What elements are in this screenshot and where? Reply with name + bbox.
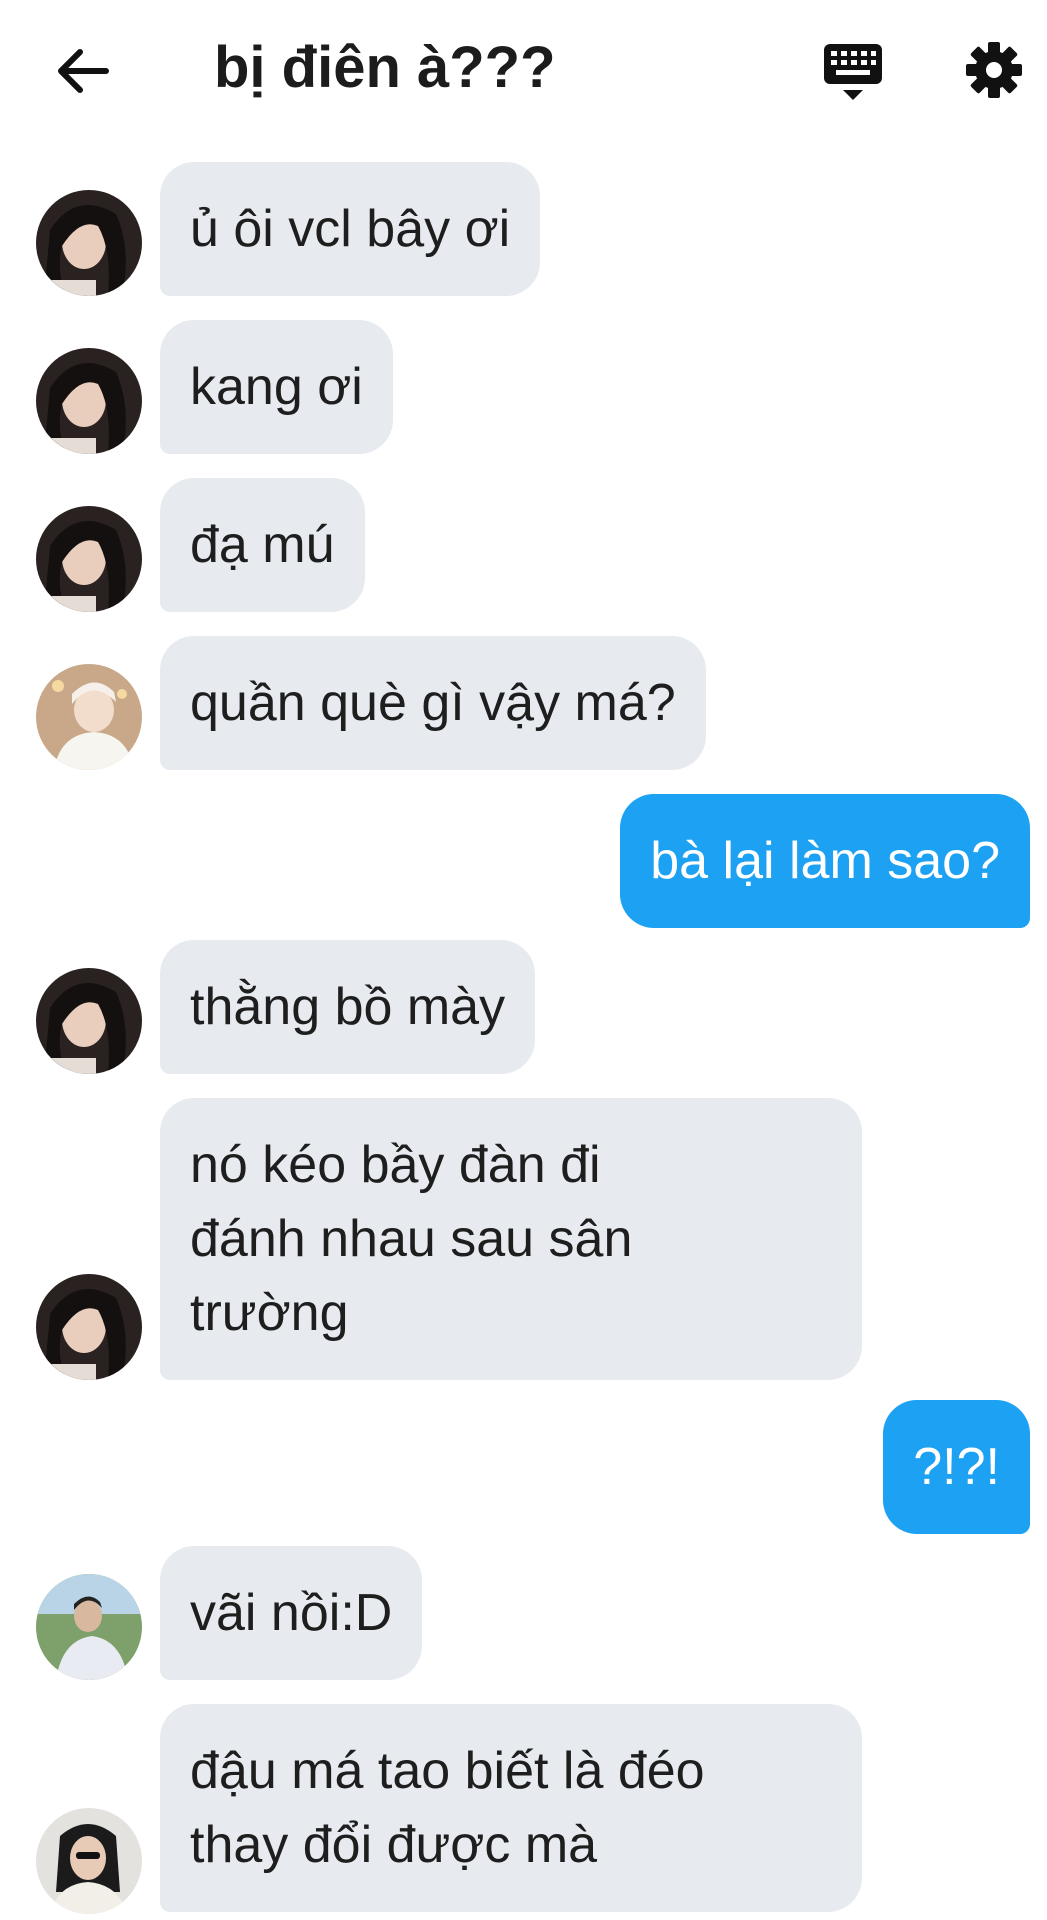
chat-header: bị điên à??? xyxy=(0,0,1047,140)
message-row: bà lại làm sao? xyxy=(0,794,1047,928)
message-bubble[interactable]: đậu má tao biết là đéo thay đổi được mà xyxy=(160,1704,862,1912)
message-row: kang ơi xyxy=(0,320,1047,454)
message-bubble[interactable]: thằng bồ mày xyxy=(160,940,536,1074)
avatar[interactable] xyxy=(36,506,142,612)
message-bubble[interactable]: nó kéo bầy đàn đi đánh nhau sau sân trườ… xyxy=(160,1098,862,1380)
message-bubble[interactable]: ủ ôi vcl bây ơi xyxy=(160,162,541,296)
message-row: đạ mú xyxy=(0,478,1047,612)
message-row: quần què gì vậy má? xyxy=(0,636,1047,770)
back-button[interactable] xyxy=(50,38,116,104)
settings-button[interactable] xyxy=(964,40,1024,100)
message-bubble[interactable]: kang ơi xyxy=(160,320,393,454)
message-bubble[interactable]: vãi nồi:D xyxy=(160,1546,423,1680)
message-bubble[interactable]: quần què gì vậy má? xyxy=(160,636,706,770)
avatar[interactable] xyxy=(36,1574,142,1680)
gear-icon xyxy=(966,42,1022,98)
message-bubble[interactable]: bà lại làm sao? xyxy=(620,794,1030,928)
keyboard-icon xyxy=(824,44,882,100)
message-row: nó kéo bầy đàn đi đánh nhau sau sân trườ… xyxy=(0,1098,1047,1380)
message-row: thằng bồ mày xyxy=(0,940,1047,1074)
message-row: ?!?! xyxy=(0,1400,1047,1534)
avatar[interactable] xyxy=(36,348,142,454)
message-row: đậu má tao biết là đéo thay đổi được mà xyxy=(0,1704,1047,1920)
message-bubble[interactable]: ?!?! xyxy=(883,1400,1030,1534)
avatar[interactable] xyxy=(36,1808,142,1914)
avatar[interactable] xyxy=(36,1274,142,1380)
message-row: vãi nồi:D xyxy=(0,1546,1047,1680)
avatar[interactable] xyxy=(36,968,142,1074)
keyboard-button[interactable] xyxy=(820,40,886,106)
message-row: ủ ôi vcl bây ơi xyxy=(0,162,1047,296)
message-bubble[interactable]: đạ mú xyxy=(160,478,365,612)
arrow-left-icon xyxy=(58,49,109,93)
chat-title: bị điên à??? xyxy=(214,35,556,100)
avatar[interactable] xyxy=(36,664,142,770)
avatar[interactable] xyxy=(36,190,142,296)
